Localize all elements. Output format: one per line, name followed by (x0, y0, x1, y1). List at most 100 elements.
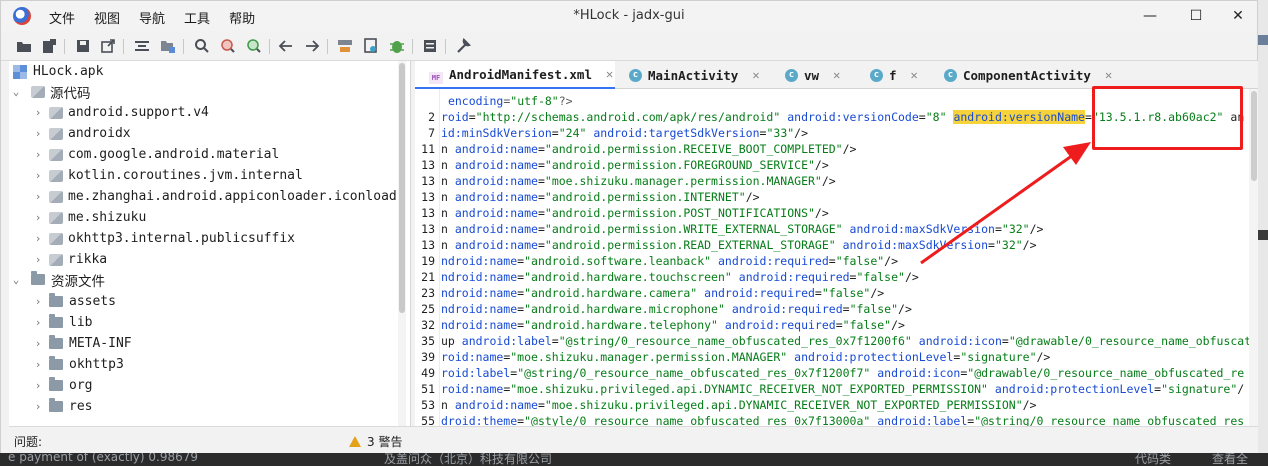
line-number: 53 (421, 398, 435, 412)
maximize-icon[interactable]: ☐ (1173, 1, 1219, 31)
code-line: id:minSdkVersion="24" android:targetSdkV… (441, 126, 809, 140)
menu-bar: 文件 视图 导航 工具 帮助 (49, 8, 274, 27)
chevron-down-icon[interactable]: ⌄ (9, 85, 23, 98)
line-number: 13 (421, 174, 435, 188)
package-icon (49, 106, 63, 119)
resources-folder-icon (31, 271, 45, 285)
chevron-right-icon[interactable]: › (31, 400, 45, 413)
flatten-packages-icon[interactable] (159, 37, 177, 55)
chevron-right-icon[interactable]: › (31, 148, 45, 161)
close-tab-icon[interactable]: ✕ (1105, 68, 1112, 82)
tab-f[interactable]: c f ✕ (870, 61, 930, 89)
chevron-right-icon[interactable]: › (31, 232, 45, 245)
code-line: ndroid:name="android.software.leanback" … (441, 254, 899, 268)
close-tab-icon[interactable]: ✕ (752, 68, 759, 82)
issues-label: 问题: (14, 435, 43, 449)
line-number: 2 (428, 110, 435, 124)
folder-icon (49, 398, 63, 412)
warning-icon (349, 436, 361, 447)
chevron-right-icon[interactable]: › (31, 358, 45, 371)
chevron-right-icon[interactable]: › (31, 337, 45, 350)
tree-package[interactable]: › me.zhanghai.android.appiconloader.icon… (31, 186, 397, 207)
package-icon (49, 253, 63, 266)
save-icon[interactable] (74, 37, 92, 55)
chevron-right-icon[interactable]: › (31, 295, 45, 308)
line-number: 35 (421, 334, 435, 348)
chevron-right-icon[interactable]: › (31, 190, 45, 203)
annotation-box (1092, 86, 1243, 150)
tree-root[interactable]: HLock.apk (13, 61, 103, 82)
chevron-right-icon[interactable]: › (31, 379, 45, 392)
menu-view[interactable]: 视图 (94, 8, 120, 27)
tree-scrollbar[interactable] (398, 61, 406, 426)
close-tab-icon[interactable]: ✕ (606, 67, 613, 81)
tree-item-source[interactable]: ⌄ 源代码 (9, 81, 91, 102)
line-number: 7 (428, 126, 435, 140)
line-number: 13 (421, 206, 435, 220)
tree-package[interactable]: › me.shizuku (31, 207, 147, 228)
package-icon (49, 169, 63, 182)
folder-icon (49, 293, 63, 307)
tab-component-activity[interactable]: c ComponentActivity ✕ (944, 61, 1124, 89)
tab-android-manifest[interactable]: MF AndroidManifest.xml ✕ (415, 61, 615, 89)
search-icon[interactable] (193, 37, 211, 55)
code-line: n android:name="moe.shizuku.manager.perm… (441, 174, 836, 188)
tree-package[interactable]: › androidx (31, 123, 131, 144)
find-usage-icon[interactable] (245, 37, 263, 55)
tab-main-activity[interactable]: c MainActivity ✕ (629, 61, 789, 89)
tree-package[interactable]: › kotlin.coroutines.jvm.internal (31, 165, 303, 186)
preferences-icon[interactable] (454, 37, 472, 55)
code-scroll-thumb[interactable] (1251, 91, 1257, 181)
export-icon[interactable] (99, 37, 117, 55)
tree-package[interactable]: › android.support.v4 (31, 102, 209, 123)
tree-scroll-thumb[interactable] (399, 63, 405, 313)
tree-folder[interactable]: › org (31, 375, 92, 396)
code-line: roid:name="moe.shizuku.privileged.api.DY… (441, 382, 1245, 396)
status-bar: 问题: 3 警告 (9, 426, 1259, 454)
chevron-right-icon[interactable]: › (31, 169, 45, 182)
tree-package[interactable]: › com.google.android.material (31, 144, 280, 165)
deobfuscation-icon[interactable] (336, 37, 354, 55)
chevron-down-icon[interactable]: ⌄ (9, 273, 23, 286)
find-class-icon[interactable] (219, 37, 237, 55)
chevron-right-icon[interactable]: › (31, 106, 45, 119)
tree-folder[interactable]: › okhttp3 (31, 354, 124, 375)
tree-folder[interactable]: › assets (31, 291, 116, 312)
tree-folder[interactable]: › lib (31, 312, 92, 333)
menu-help[interactable]: 帮助 (229, 8, 255, 27)
chevron-right-icon[interactable]: › (31, 127, 45, 140)
folder-icon (49, 314, 63, 328)
chevron-right-icon[interactable]: › (31, 253, 45, 266)
tree-package[interactable]: › rikka (31, 249, 107, 270)
close-window-icon[interactable]: ✕ (1215, 1, 1261, 31)
line-number: 13 (421, 158, 435, 172)
source-code-icon (31, 85, 45, 98)
open-file-icon[interactable] (15, 37, 33, 55)
tree-folder[interactable]: › res (31, 396, 92, 417)
class-icon: c (629, 68, 642, 82)
quark-icon[interactable] (362, 37, 380, 55)
chevron-right-icon[interactable]: › (31, 316, 45, 329)
forward-icon[interactable] (303, 37, 321, 55)
menu-navigation[interactable]: 导航 (139, 8, 165, 27)
chevron-right-icon[interactable]: › (31, 211, 45, 224)
minimize-icon[interactable]: — (1127, 1, 1173, 31)
debugger-icon[interactable] (388, 37, 406, 55)
back-icon[interactable] (277, 37, 295, 55)
close-tab-icon[interactable]: ✕ (833, 68, 840, 82)
warnings-indicator[interactable]: 3 警告 (349, 433, 402, 450)
menu-tools[interactable]: 工具 (184, 8, 210, 27)
log-icon[interactable] (421, 37, 439, 55)
code-line: roid:label="@string/0_resource_name_obfu… (441, 366, 1245, 380)
tab-vw[interactable]: c vw ✕ (785, 61, 855, 89)
class-icon: c (785, 68, 798, 82)
tree-folder[interactable]: › META-INF (31, 333, 132, 354)
sync-icon[interactable] (133, 37, 151, 55)
jadx-window: 文件 视图 导航 工具 帮助 *HLock - jadx-gui — ☐ ✕ H… (0, 0, 1261, 465)
tree-package[interactable]: › okhttp3.internal.publicsuffix (31, 228, 295, 249)
menu-file[interactable]: 文件 (49, 8, 75, 27)
add-files-icon[interactable] (40, 37, 58, 55)
close-tab-icon[interactable]: ✕ (911, 68, 918, 82)
tree-item-resources[interactable]: ⌄ 资源文件 (9, 269, 105, 290)
code-line: roid:name="moe.shizuku.manager.permissio… (441, 350, 1051, 364)
